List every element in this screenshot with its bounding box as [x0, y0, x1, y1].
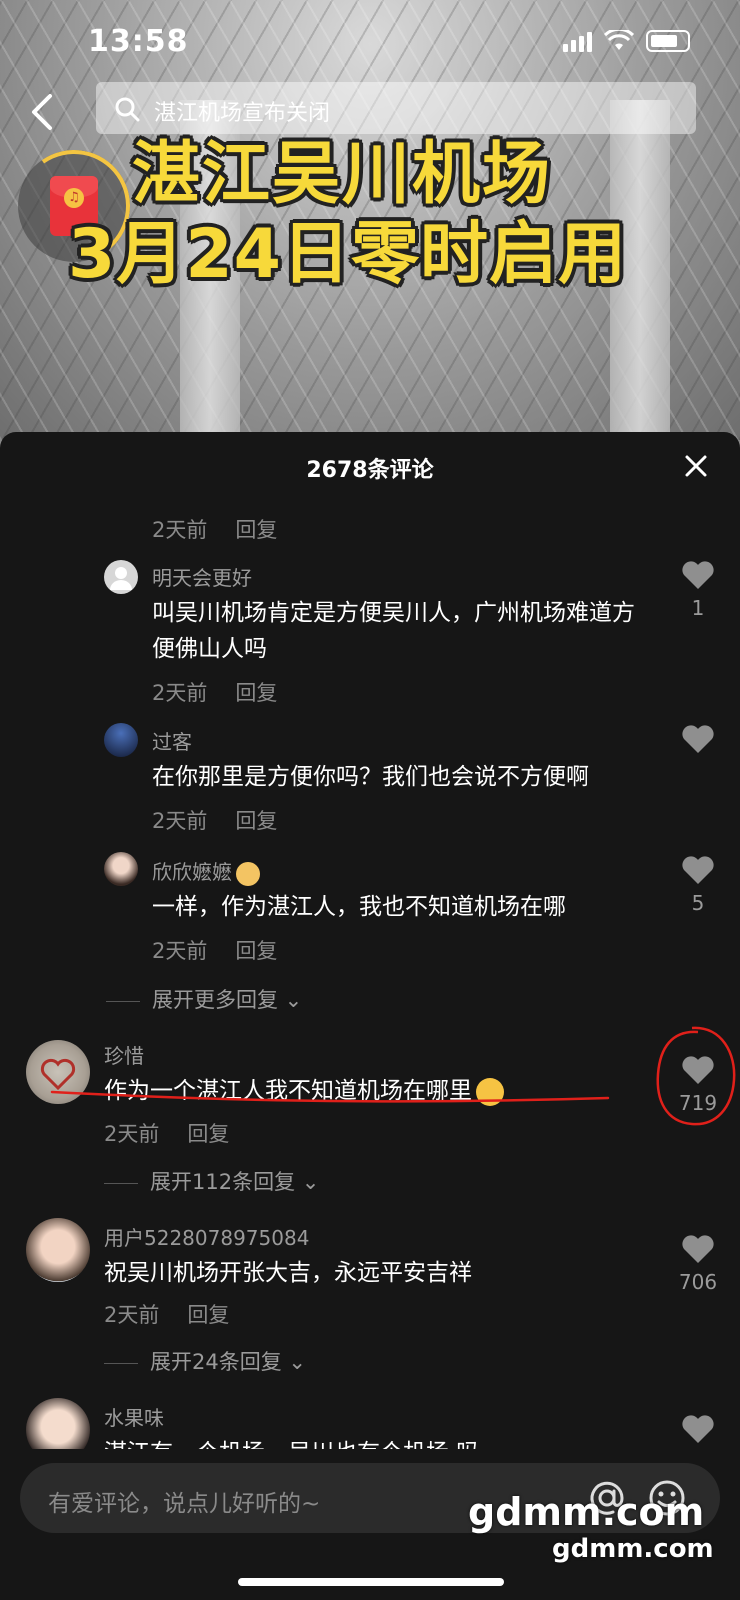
- cellular-signal-icon: [563, 30, 592, 52]
- comment-username[interactable]: 用户5228078975084: [104, 1222, 309, 1251]
- heart-icon: [682, 1235, 714, 1263]
- comment-username[interactable]: 水果味: [104, 1402, 164, 1431]
- comment-time: 2天前: [152, 939, 208, 963]
- comments-header: 2678条评论: [0, 432, 740, 502]
- status-icons: [563, 30, 690, 52]
- reply-button[interactable]: 回复: [235, 518, 277, 542]
- comment-meta: 2天前 回复: [152, 805, 277, 835]
- wifi-icon: [604, 30, 634, 50]
- comment-time: 2天前: [152, 809, 208, 833]
- chevron-down-icon: ⌄: [295, 1170, 320, 1194]
- comment-count-title: 2678条评论: [306, 458, 434, 483]
- reply-button[interactable]: 回复: [235, 809, 277, 833]
- status-time: 13:58: [88, 24, 189, 59]
- back-arrow-icon[interactable]: [24, 92, 60, 132]
- heart-icon: [682, 1415, 714, 1443]
- emoji-person-icon: [236, 861, 260, 886]
- comment-username[interactable]: 过客: [152, 726, 192, 755]
- heart-icon: [682, 561, 714, 589]
- comment-username[interactable]: 明天会更好: [152, 562, 252, 591]
- reply-button[interactable]: 回复: [187, 1303, 229, 1327]
- reply-button[interactable]: 回复: [235, 681, 277, 705]
- like-count: 1: [691, 596, 705, 620]
- chevron-down-icon: ⌄: [278, 988, 303, 1012]
- like-button[interactable]: [668, 1414, 728, 1444]
- like-count: 706: [678, 1270, 718, 1294]
- comment-time: 2天前: [104, 1303, 160, 1327]
- comment-username[interactable]: 欣欣嬷嬷: [152, 856, 260, 886]
- expand-replies-button[interactable]: 展开24条回复 ⌄: [104, 1346, 306, 1376]
- comment-meta: 2天前 回复: [152, 677, 277, 707]
- like-button[interactable]: [668, 724, 728, 760]
- reply-button[interactable]: 回复: [187, 1122, 229, 1146]
- status-bar: 13:58: [0, 0, 740, 80]
- red-circle-annotation: [656, 1026, 736, 1126]
- like-button[interactable]: 5: [668, 855, 728, 915]
- avatar[interactable]: [104, 852, 138, 886]
- comment-text: 一样，作为湛江人，我也不知道机场在哪: [152, 894, 566, 920]
- expand-replies-button[interactable]: 展开更多回复 ⌄: [106, 984, 302, 1014]
- comment-time: 2天前: [152, 681, 208, 705]
- home-indicator: [238, 1578, 504, 1586]
- like-button[interactable]: 706: [668, 1234, 728, 1294]
- comment-meta: 2天前 回复: [104, 1299, 229, 1329]
- comment-time: 2天前: [104, 1122, 160, 1146]
- comment-text: 祝吴川机场开张大吉，永远平安吉祥: [104, 1260, 472, 1286]
- comment-input-placeholder: 有爱评论，说点儿好听的~: [48, 1491, 321, 1517]
- heart-icon: [682, 725, 714, 753]
- like-button[interactable]: 1: [668, 560, 728, 620]
- comment-text: 在你那里是方便你吗？我们也会说不方便啊: [152, 764, 589, 790]
- avatar[interactable]: [26, 1218, 90, 1282]
- red-underline-annotation: [50, 1090, 610, 1103]
- video-title-line2: 3月24日零时启用: [68, 215, 627, 294]
- like-count: 5: [691, 891, 705, 915]
- comment-text: 叫吴川机场肯定是方便吴川人，广州机场难道方便佛山人吗: [152, 600, 635, 662]
- chevron-down-icon: ⌄: [281, 1350, 307, 1374]
- avatar[interactable]: [104, 723, 138, 757]
- comment-username[interactable]: 珍惜: [104, 1040, 144, 1069]
- comment-meta: 2天前 回复: [152, 514, 277, 544]
- expand-replies-button[interactable]: 展开112条回复 ⌄: [104, 1166, 319, 1196]
- watermark-text: gdmm.com: [552, 1534, 714, 1564]
- comment-time: 2天前: [152, 518, 208, 542]
- comment-meta: 2天前 回复: [104, 1118, 229, 1148]
- reply-button[interactable]: 回复: [235, 939, 277, 963]
- watermark-text: gdmm.com: [468, 1490, 705, 1534]
- heart-icon: [682, 856, 714, 884]
- comment-text: 湛江有一个机场，吴川也有个机场 吗: [104, 1435, 644, 1449]
- close-icon[interactable]: [684, 454, 708, 478]
- avatar[interactable]: [104, 560, 138, 594]
- battery-icon: [646, 30, 690, 52]
- comment-meta: 2天前 回复: [152, 935, 277, 965]
